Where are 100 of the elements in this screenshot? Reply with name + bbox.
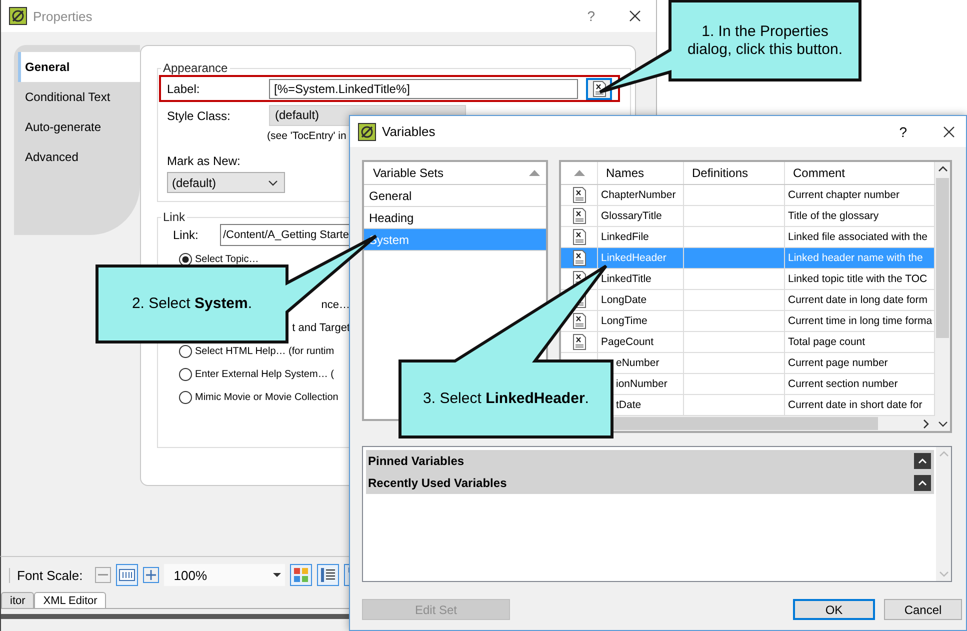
document-icon (592, 80, 606, 96)
close-icon[interactable] (943, 126, 955, 138)
color-button[interactable] (290, 564, 312, 586)
radio-button[interactable] (179, 390, 192, 404)
table-row[interactable]: GlossaryTitle Title of the glossary (561, 206, 935, 227)
table-cell: Current section number (788, 378, 898, 390)
radio-button[interactable] (179, 368, 192, 381)
field-label: Link: (173, 228, 200, 242)
table-cell: ionNumber (616, 378, 668, 390)
list-item[interactable]: General (364, 185, 546, 207)
caret-icon (268, 180, 278, 186)
section-title: Pinned Variables (368, 454, 464, 468)
table-cell: Current date in short date for (788, 399, 922, 411)
table-cell: LongTime (601, 315, 648, 327)
table-cell: tDate (616, 399, 642, 411)
radio-label[interactable]: Select HTML Help… (for runtim (195, 346, 334, 357)
table-cell: LinkedTitle (601, 273, 652, 285)
hint-text: (see 'TocEntry' in (267, 130, 346, 142)
radio-label[interactable]: t and Target (292, 322, 350, 334)
radio-button[interactable] (179, 344, 192, 358)
document-icon (572, 250, 586, 266)
ok-button[interactable]: OK (793, 599, 875, 620)
help-button[interactable]: ? (587, 8, 595, 24)
label-field[interactable]: [%=System.LinkedTitle%] (269, 78, 578, 98)
window-title: Properties (33, 8, 92, 24)
collapse-button[interactable] (914, 453, 931, 469)
dropdown-value: (default) (172, 176, 216, 190)
window-title: Variables (382, 124, 436, 139)
radio-button[interactable] (179, 253, 192, 266)
callout-text: 1. In the Properties dialog, click this button. (686, 22, 844, 58)
column-header: Variable Sets (373, 166, 444, 180)
table-cell: Linked topic title with the TOC (788, 273, 928, 285)
table-cell: LinkedFile (601, 231, 649, 243)
section-header[interactable]: Pinned Variables (366, 450, 934, 472)
table-cell: LongDate (601, 294, 647, 306)
zoom-value: 100% (174, 568, 208, 582)
radio-label[interactable]: Enter External Help System… ( (195, 368, 334, 380)
chevron-down-icon (938, 421, 948, 427)
radio-label[interactable]: nce… (321, 299, 350, 312)
list-icon (320, 567, 336, 583)
collapse-button[interactable] (914, 475, 931, 491)
scale-icon (118, 569, 135, 581)
app-logo-icon (9, 7, 27, 25)
table-cell: PageCount (601, 336, 654, 348)
app-logo-icon (358, 122, 376, 140)
sort-arrow-icon[interactable] (529, 170, 540, 176)
help-button[interactable]: ? (899, 124, 907, 140)
column-header[interactable]: Definitions (692, 166, 748, 180)
table-cell: Linked header name with the (788, 252, 923, 264)
editor-tab[interactable]: XML Editor (34, 592, 106, 608)
tab[interactable]: Conditional Text (14, 82, 140, 112)
document-icon (572, 313, 586, 329)
color-grid-icon (292, 567, 309, 583)
table-cell: ChapterNumber (601, 189, 676, 201)
document-icon (572, 229, 586, 245)
table-cell: Total page count (788, 336, 866, 348)
table-cell: Current page number (788, 357, 888, 369)
chevron-up-icon[interactable] (938, 166, 948, 172)
field-label: Style Class: (167, 108, 232, 122)
table-cell: GlossaryTitle (601, 210, 662, 222)
table-row[interactable]: PageCount Total page count (561, 332, 935, 353)
table-cell: Title of the glossary (788, 210, 879, 222)
minus-icon (98, 574, 108, 576)
group-title: Link (162, 210, 186, 224)
list-view-button[interactable] (316, 564, 339, 586)
tab[interactable]: Auto-generate (14, 112, 140, 142)
vertical-scrollbar[interactable] (935, 162, 950, 431)
mark-as-new-dropdown[interactable]: (default) (167, 172, 285, 193)
actual-size-button[interactable] (116, 564, 138, 586)
chevron-right-icon[interactable] (923, 418, 929, 428)
sort-arrow-icon[interactable] (574, 170, 584, 176)
chevron-up-icon (918, 458, 927, 464)
radio-label[interactable]: Select Topic… (195, 254, 259, 265)
tab[interactable]: Advanced (14, 142, 140, 172)
zoom-dropdown[interactable]: 100% (164, 564, 285, 586)
cancel-button[interactable]: Cancel (884, 599, 962, 620)
editor-tab[interactable]: itor (1, 592, 34, 608)
radio-label[interactable]: Mimic Movie or Movie Collection (195, 392, 338, 403)
table-cell: Linked file associated with the (788, 231, 928, 243)
document-icon (572, 187, 586, 203)
plus-icon (146, 570, 156, 580)
table-cell: LinkedHeader (601, 252, 666, 264)
table-cell: Current chapter number (788, 189, 900, 201)
font-scale-label: Font Scale: (9, 568, 83, 582)
table-cell: eNumber (616, 357, 660, 369)
column-header[interactable]: Names (606, 166, 644, 180)
link-field[interactable]: /Content/A_Getting Starte (220, 224, 351, 246)
table-cell: Current time in long time forma (788, 315, 932, 327)
section-title: Recently Used Variables (368, 476, 507, 490)
table-row[interactable]: ChapterNumber Current chapter number (561, 185, 935, 206)
document-icon (572, 208, 586, 224)
field-label: Label: (167, 82, 201, 96)
zoom-in-button[interactable] (142, 567, 159, 583)
column-header[interactable]: Comment (793, 166, 846, 180)
section-header[interactable]: Recently Used Variables (366, 472, 934, 494)
tab[interactable]: General (18, 52, 140, 82)
field-label: Mark as New: (167, 154, 242, 168)
callout-text: 2. Select System. (132, 295, 252, 313)
document-icon (572, 334, 586, 350)
close-icon[interactable] (629, 10, 641, 22)
